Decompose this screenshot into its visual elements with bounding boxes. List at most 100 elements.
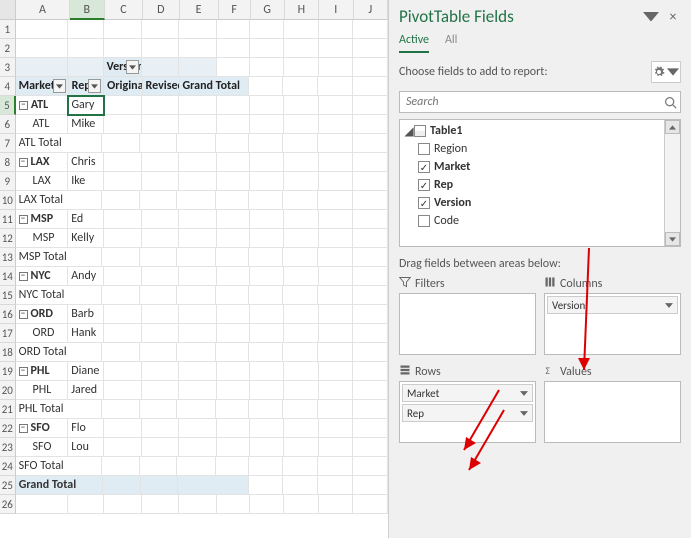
checkbox[interactable]: [418, 215, 430, 227]
row-header-8[interactable]: 8: [0, 153, 16, 172]
cell[interactable]: [249, 77, 283, 96]
cell[interactable]: [353, 172, 388, 191]
field-version[interactable]: Version: [404, 194, 660, 212]
cell[interactable]: [250, 153, 284, 172]
cell[interactable]: [249, 400, 283, 419]
subtotal-label[interactable]: NYC Total: [16, 286, 102, 305]
cell[interactable]: [104, 229, 142, 248]
pivot-col-revised[interactable]: Revised: [143, 77, 180, 96]
cell[interactable]: [142, 438, 179, 457]
cell[interactable]: [16, 20, 69, 39]
field-rep[interactable]: Rep: [404, 176, 660, 194]
cell[interactable]: [142, 20, 179, 39]
cell[interactable]: [318, 457, 353, 476]
cell[interactable]: [319, 96, 354, 115]
cell[interactable]: [250, 305, 284, 324]
subtotal-label[interactable]: MSP Total: [16, 248, 102, 267]
checkbox[interactable]: [418, 197, 430, 209]
market-cell[interactable]: −SFO: [16, 419, 69, 438]
cell[interactable]: [104, 20, 142, 39]
cell[interactable]: [104, 438, 142, 457]
cell[interactable]: [140, 134, 177, 153]
cell[interactable]: [142, 229, 179, 248]
cell[interactable]: [283, 248, 318, 267]
cell[interactable]: [179, 172, 218, 191]
cell[interactable]: [102, 343, 140, 362]
cell[interactable]: [179, 419, 218, 438]
cell[interactable]: [249, 457, 283, 476]
cell[interactable]: [319, 210, 354, 229]
collapse-icon[interactable]: −: [19, 272, 28, 281]
cell[interactable]: [319, 305, 354, 324]
field-region[interactable]: Region: [404, 140, 660, 158]
cell[interactable]: [250, 58, 284, 77]
cell[interactable]: [284, 39, 319, 58]
cell[interactable]: [250, 381, 284, 400]
cell[interactable]: [216, 457, 249, 476]
search-icon[interactable]: [660, 96, 680, 109]
pane-menu-dropdown-icon[interactable]: [643, 9, 659, 25]
area-chip-market[interactable]: Market: [402, 384, 533, 402]
cell[interactable]: [249, 134, 283, 153]
cell[interactable]: [353, 305, 388, 324]
area-columns-dropzone[interactable]: Version: [544, 293, 681, 355]
cell[interactable]: [178, 476, 248, 495]
row-header-2[interactable]: 2: [0, 39, 16, 58]
cell[interactable]: [284, 495, 319, 514]
cell[interactable]: [140, 286, 177, 305]
row-header-20[interactable]: 20: [0, 381, 16, 400]
cell[interactable]: [353, 210, 388, 229]
subtotal-label[interactable]: PHL Total: [16, 400, 102, 419]
cell[interactable]: [318, 248, 353, 267]
row-header-12[interactable]: 12: [0, 229, 16, 248]
cell[interactable]: [353, 134, 388, 153]
cell[interactable]: [250, 362, 284, 381]
cell[interactable]: [104, 210, 142, 229]
cell[interactable]: [179, 210, 218, 229]
cell[interactable]: [284, 229, 319, 248]
row-header-18[interactable]: 18: [0, 343, 16, 362]
cell[interactable]: [318, 134, 353, 153]
cell[interactable]: [179, 39, 218, 58]
cell[interactable]: [319, 438, 354, 457]
area-rows-dropzone[interactable]: MarketRep: [399, 381, 536, 443]
cell[interactable]: [283, 134, 318, 153]
cell[interactable]: [104, 267, 142, 286]
row-header-6[interactable]: 6: [0, 115, 16, 134]
cell[interactable]: [249, 343, 283, 362]
cell[interactable]: [217, 39, 250, 58]
col-header-B[interactable]: B: [70, 0, 105, 20]
cell[interactable]: [142, 115, 179, 134]
grand-total-label[interactable]: Grand Total: [16, 476, 103, 495]
market-cell[interactable]: LAX: [16, 172, 69, 191]
col-header-I[interactable]: I: [319, 0, 353, 20]
cell[interactable]: [318, 191, 353, 210]
cell[interactable]: [179, 267, 218, 286]
rep-cell[interactable]: Hank: [68, 324, 103, 343]
cell[interactable]: [102, 248, 140, 267]
cell[interactable]: [353, 343, 388, 362]
checkbox[interactable]: [418, 179, 430, 191]
cell[interactable]: [142, 419, 179, 438]
cell[interactable]: [319, 153, 354, 172]
cell[interactable]: [140, 457, 177, 476]
cell[interactable]: [179, 362, 218, 381]
cell[interactable]: [16, 39, 69, 58]
cell[interactable]: [104, 362, 142, 381]
cell[interactable]: [318, 400, 353, 419]
market-cell[interactable]: MSP: [16, 229, 69, 248]
cell[interactable]: [142, 39, 179, 58]
cell[interactable]: [217, 153, 250, 172]
cell[interactable]: [217, 20, 250, 39]
cell[interactable]: [179, 229, 218, 248]
checkbox[interactable]: [418, 143, 430, 155]
rep-cell[interactable]: Diane: [68, 362, 103, 381]
cell[interactable]: [217, 229, 250, 248]
pivot-row-label-market[interactable]: Market: [16, 77, 69, 96]
cell[interactable]: [284, 324, 319, 343]
cell[interactable]: [353, 381, 388, 400]
cell[interactable]: [353, 286, 388, 305]
cell[interactable]: [283, 400, 318, 419]
cell[interactable]: [102, 134, 140, 153]
cell[interactable]: [353, 400, 388, 419]
